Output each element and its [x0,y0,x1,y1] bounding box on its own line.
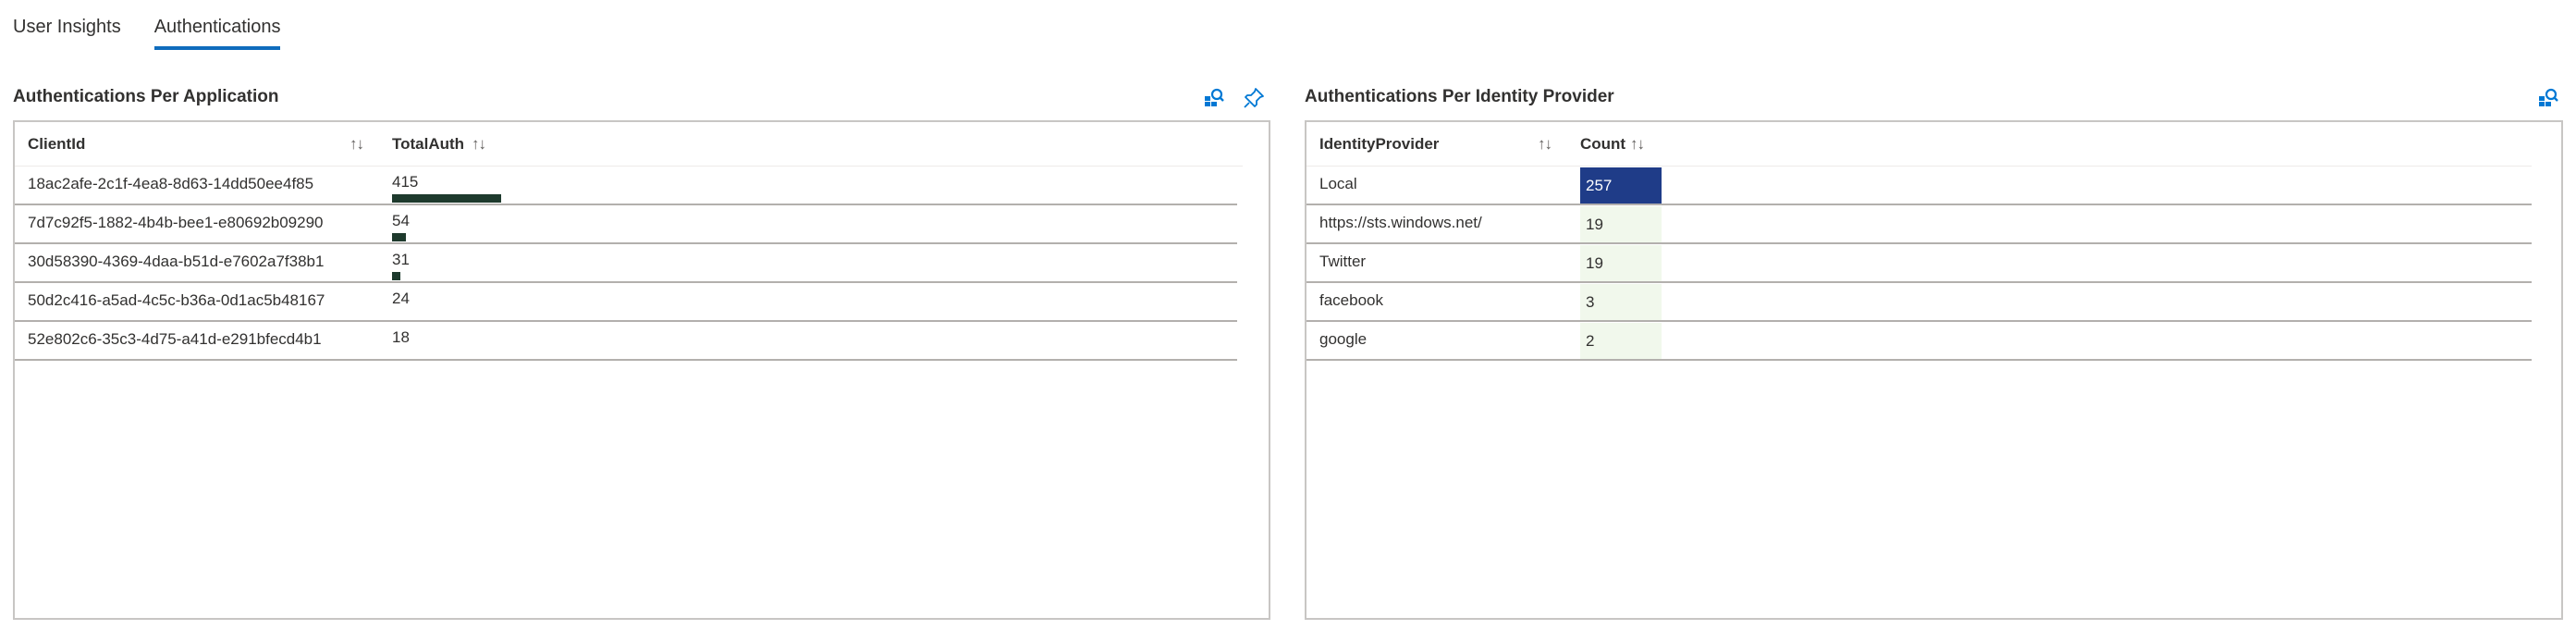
cell-clientid: 52e802c6-35c3-4d75-a41d-e291bfecd4b1 [28,330,322,348]
table-row[interactable]: 18ac2afe-2c1f-4ea8-8d63-14dd50ee4f85 415 [15,167,1237,205]
count-heat-cell: 257 [1580,167,1662,204]
table-row[interactable]: 30d58390-4369-4daa-b51d-e7602a7f38b1 31 [15,244,1237,283]
grid-header: ClientId ↑↓ TotalAuth ↑↓ [15,122,1243,167]
cell-totalauth: 18 [392,328,410,346]
auth-per-provider-grid: IdentityProvider ↑↓ Count ↑↓ Local 257 h… [1305,120,2563,620]
column-header-identityprovider: IdentityProvider [1319,135,1440,153]
query-icon[interactable] [2537,87,2559,109]
column-header-clientid: ClientId [28,135,86,153]
cell-count: 257 [1586,177,1613,194]
count-heat-cell: 19 [1580,206,1662,242]
cell-identityprovider: https://sts.windows.net/ [1319,214,1482,231]
cell-identityprovider: facebook [1319,291,1383,309]
count-heat-cell: 2 [1580,323,1662,359]
tab-bar: User Insights Authentications [13,0,313,52]
totalauth-bar [392,272,400,280]
totalauth-bar [392,233,406,241]
cell-totalauth: 415 [392,173,419,191]
cell-clientid: 18ac2afe-2c1f-4ea8-8d63-14dd50ee4f85 [28,175,314,192]
auth-per-app-grid: ClientId ↑↓ TotalAuth ↑↓ 18ac2afe-2c1f-4… [13,120,1270,620]
column-header-totalauth: TotalAuth [392,135,465,153]
cell-totalauth: 24 [392,290,410,307]
table-row[interactable]: Twitter 19 [1306,244,2532,283]
table-row[interactable]: Local 257 [1306,167,2532,205]
panel-title: Authentications Per Identity Provider [1305,87,1614,106]
table-row[interactable]: facebook 3 [1306,283,2532,322]
table-row[interactable]: 52e802c6-35c3-4d75-a41d-e291bfecd4b1 18 [15,322,1237,361]
table-row[interactable]: 50d2c416-a5ad-4c5c-b36a-0d1ac5b48167 24 [15,283,1237,322]
cell-identityprovider: Twitter [1319,253,1367,270]
cell-count: 3 [1586,293,1595,311]
grid-header: IdentityProvider ↑↓ Count ↑↓ [1306,122,2532,167]
cell-count: 19 [1586,254,1603,272]
query-icon[interactable] [1203,87,1225,109]
panel-title: Authentications Per Application [13,87,279,106]
sort-identityprovider-icon[interactable]: ↑↓ [1538,122,1552,167]
cell-count: 19 [1586,216,1603,233]
table-row[interactable]: 7d7c92f5-1882-4b4b-bee1-e80692b09290 54 [15,205,1237,244]
pin-icon[interactable] [1243,87,1265,109]
cell-count: 2 [1586,332,1595,350]
cell-totalauth: 54 [392,212,410,229]
sort-totalauth-icon[interactable]: ↑↓ [472,122,486,167]
cell-clientid: 30d58390-4369-4daa-b51d-e7602a7f38b1 [28,253,325,270]
panel-authentications-per-application: Authentications Per Application ClientId… [13,78,1270,620]
cell-identityprovider: Local [1319,175,1357,192]
totalauth-bar [392,194,501,203]
sort-clientid-icon[interactable]: ↑↓ [350,122,364,167]
panel-authentications-per-identity-provider: Authentications Per Identity Provider Id… [1305,78,2563,620]
cell-identityprovider: google [1319,330,1368,348]
table-row[interactable]: https://sts.windows.net/ 19 [1306,205,2532,244]
cell-clientid: 50d2c416-a5ad-4c5c-b36a-0d1ac5b48167 [28,291,325,309]
panel-header: Authentications Per Identity Provider [1305,78,2563,120]
cell-totalauth: 31 [392,251,410,268]
table-row[interactable]: google 2 [1306,322,2532,361]
column-header-count: Count [1580,135,1626,153]
count-heat-cell: 19 [1580,245,1662,281]
panel-header: Authentications Per Application [13,78,1270,120]
tab-user-insights[interactable]: User Insights [13,0,121,50]
tab-authentications[interactable]: Authentications [153,0,280,50]
count-heat-cell: 3 [1580,284,1662,320]
sort-count-icon[interactable]: ↑↓ [1630,122,1645,167]
cell-clientid: 7d7c92f5-1882-4b4b-bee1-e80692b09290 [28,214,324,231]
